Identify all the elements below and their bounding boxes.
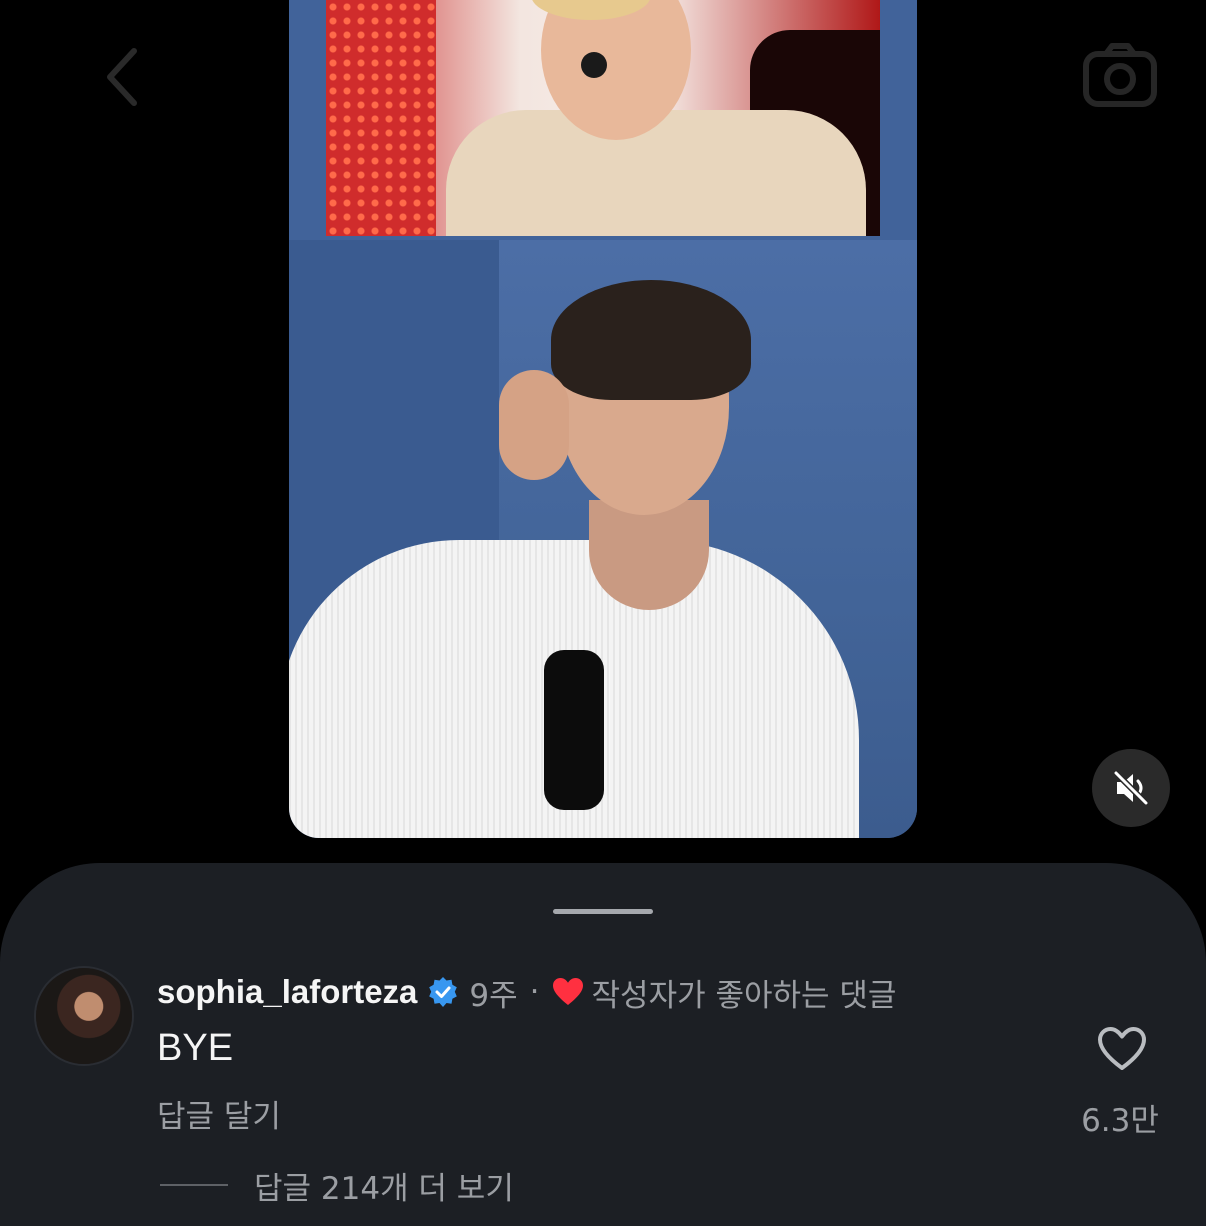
reply-button[interactable]: 답글 달기 bbox=[157, 1091, 281, 1136]
heart-outline-icon bbox=[1098, 1027, 1146, 1070]
mute-toggle-button[interactable] bbox=[1092, 749, 1170, 827]
camera-icon bbox=[1083, 43, 1157, 107]
view-replies-label: 답글 214개 더 보기 bbox=[254, 1170, 514, 1207]
view-replies-button[interactable]: 답글 214개 더 보기 bbox=[160, 1165, 514, 1207]
chevron-left-icon bbox=[107, 48, 137, 106]
avatar[interactable] bbox=[36, 968, 132, 1064]
comment-meta: sophia_laforteza 9주 · 작성자가 좋아하는 댓글 bbox=[157, 971, 897, 1014]
red-heart-icon bbox=[552, 977, 584, 1007]
meta-separator: · bbox=[529, 974, 540, 1010]
reel-video[interactable] bbox=[289, 0, 917, 838]
comment-timestamp: 9주 bbox=[469, 977, 518, 1014]
like-button[interactable] bbox=[1094, 1023, 1150, 1075]
headset-mic bbox=[581, 52, 607, 78]
inset-video-clip bbox=[326, 0, 880, 236]
verified-badge-icon bbox=[427, 976, 459, 1008]
like-count: 6.3만 bbox=[1081, 1103, 1159, 1139]
replies-divider-line bbox=[160, 1184, 228, 1186]
person-figure bbox=[289, 280, 917, 838]
back-button[interactable] bbox=[92, 42, 152, 112]
comment-text: BYE bbox=[157, 1027, 234, 1069]
comments-sheet: sophia_laforteza 9주 · 작성자가 좋아하는 댓글 BYE 답… bbox=[0, 863, 1206, 1226]
author-liked-label: 작성자가 좋아하는 댓글 bbox=[591, 977, 897, 1014]
sheet-grabber-handle[interactable] bbox=[553, 909, 653, 914]
comment-username[interactable]: sophia_laforteza bbox=[157, 973, 417, 1011]
speaker-muted-icon bbox=[1113, 770, 1149, 806]
camera-button[interactable] bbox=[1080, 40, 1160, 110]
